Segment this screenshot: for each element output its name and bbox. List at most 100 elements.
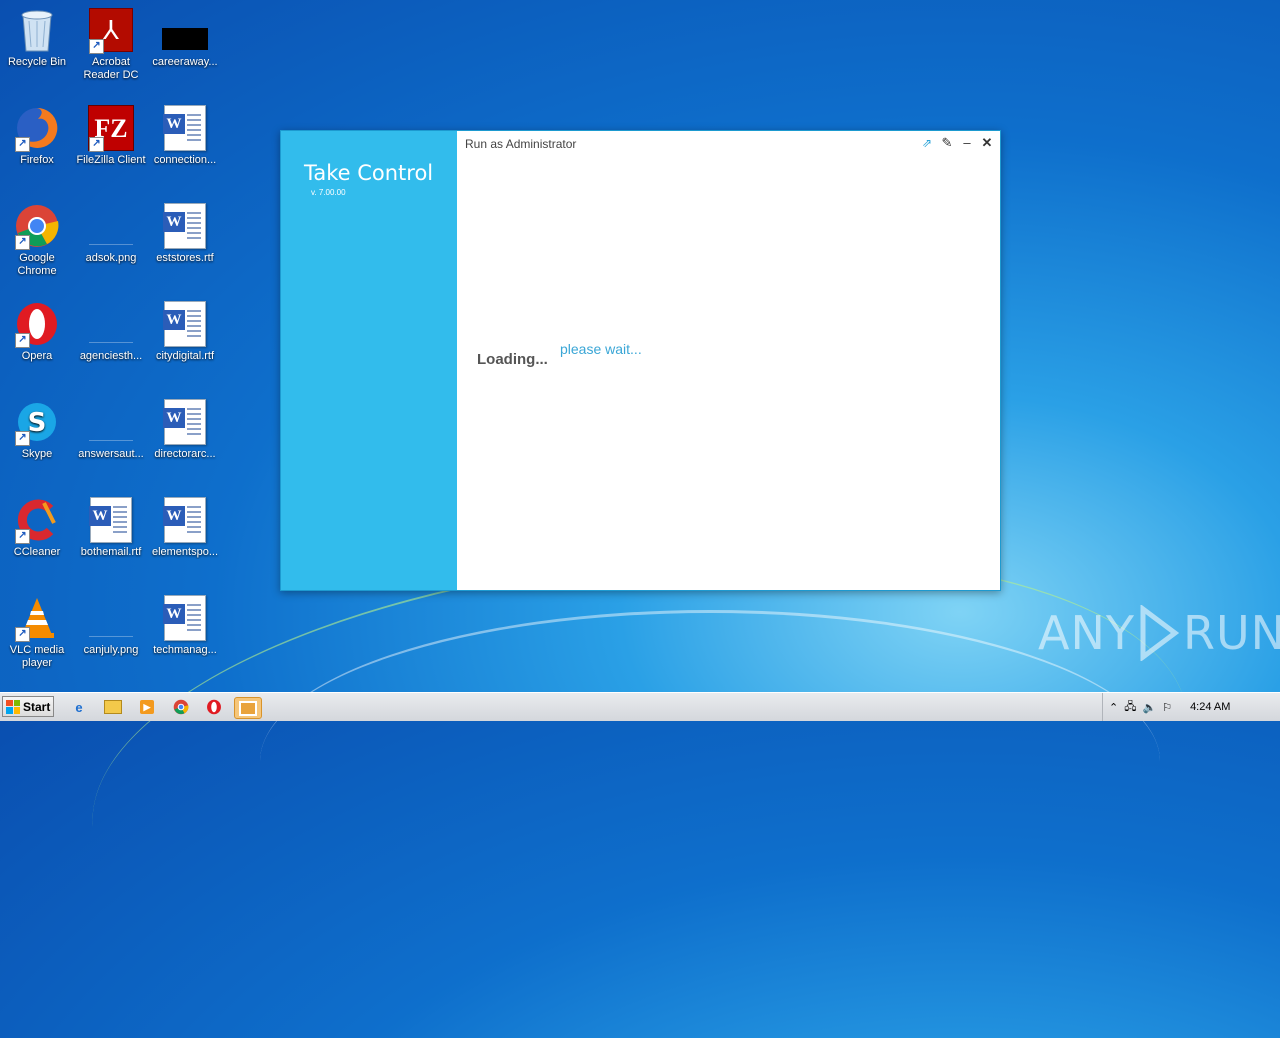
filezilla-icon: FZ ↗ [87, 104, 135, 152]
icon-label: Opera [21, 350, 53, 362]
icon-label: directorarc... [154, 448, 216, 460]
take-control-taskbar-icon[interactable] [234, 697, 262, 719]
app-main-panel: Run as Administrator ⇗ ✎ – ✕ Loading... … [457, 131, 1000, 590]
desktop-icon-vlc[interactable]: ↗ VLC media player [0, 594, 74, 670]
desktop-icon-elementspo[interactable]: W elementspo... [148, 496, 222, 559]
loading-text: Loading... [477, 351, 548, 368]
icon-label: agenciesth... [79, 350, 143, 362]
icon-label: careeraway... [152, 56, 218, 68]
desktop-icon-bothemail[interactable]: W bothemail.rtf [74, 496, 148, 559]
app-title: Take Control [304, 161, 434, 185]
desktop-icon-recycle-bin[interactable]: Recycle Bin [0, 6, 74, 69]
start-button[interactable]: Start [2, 696, 54, 717]
play-logo-icon [1140, 605, 1179, 661]
skype-icon: S ↗ [13, 398, 61, 446]
desktop-icon-acrobat[interactable]: ⅄ ↗ Acrobat Reader DC [74, 6, 148, 82]
shortcut-arrow-icon: ↗ [15, 235, 30, 250]
take-control-window: Take Control v. 7.00.00 Run as Administr… [280, 130, 1001, 591]
icon-label: Google Chrome [17, 252, 57, 277]
desktop-icon-chrome[interactable]: ↗ Google Chrome [0, 202, 74, 278]
system-tray: ⌃ 🖧 🔈 ⚐ 4:24 AM [1102, 693, 1280, 721]
shortcut-arrow-icon: ↗ [15, 333, 30, 348]
chrome-icon: ↗ [13, 202, 61, 250]
opera-taskbar-icon[interactable] [203, 697, 225, 717]
window-header-title: Run as Administrator [465, 137, 577, 151]
icon-label: bothemail.rtf [80, 546, 142, 558]
media-player-taskbar-icon[interactable]: ▶ [136, 697, 158, 717]
window-controls: ⇗ ✎ – ✕ [920, 136, 994, 151]
app-version: v. 7.00.00 [311, 188, 346, 197]
icon-label: connection... [153, 154, 217, 166]
wallpaper-swoosh [260, 610, 1160, 913]
shortcut-arrow-icon: ↗ [15, 627, 30, 642]
action-center-flag-icon[interactable]: ⚐ [1162, 701, 1172, 714]
desktop-icon-filezilla[interactable]: FZ ↗ FileZilla Client [74, 104, 148, 167]
desktop-icon-adsok[interactable]: adsok.png [74, 202, 148, 265]
icon-label: Skype [21, 448, 53, 460]
please-wait-text: please wait... [560, 341, 642, 357]
word-doc-icon: W [161, 398, 209, 446]
watermark-text-left: ANY [1038, 606, 1135, 660]
explorer-taskbar-icon[interactable] [102, 697, 124, 717]
desktop-icon-ccleaner[interactable]: ↗ CCleaner [0, 496, 74, 559]
word-doc-icon: W [161, 300, 209, 348]
word-doc-icon: W [161, 202, 209, 250]
windows-logo-icon [6, 699, 20, 714]
desktop-icon-agenciesth[interactable]: agenciesth... [74, 300, 148, 363]
icon-label: Recycle Bin [7, 56, 67, 68]
ccleaner-icon: ↗ [13, 496, 61, 544]
icon-label: CCleaner [13, 546, 61, 558]
network-icon[interactable]: 🖧 [1124, 698, 1136, 717]
icon-label: eststores.rtf [156, 252, 214, 264]
icon-label: adsok.png [85, 252, 137, 264]
icon-label: canjuly.png [83, 644, 139, 656]
ie-taskbar-icon[interactable]: e [68, 697, 90, 717]
clock[interactable]: 4:24 AM [1190, 701, 1230, 713]
close-button[interactable]: ✕ [980, 136, 994, 150]
app-sidebar: Take Control v. 7.00.00 [281, 131, 457, 590]
opera-icon: ↗ [13, 300, 61, 348]
acrobat-icon: ⅄ ↗ [87, 6, 135, 54]
desktop-icon-firefox[interactable]: ↗ Firefox [0, 104, 74, 167]
desktop-icon-opera[interactable]: ↗ Opera [0, 300, 74, 363]
shortcut-arrow-icon: ↗ [89, 137, 104, 152]
word-doc-icon: W [161, 594, 209, 642]
word-doc-icon: W [161, 104, 209, 152]
icon-label: citydigital.rtf [155, 350, 215, 362]
recycle-bin-icon [13, 6, 61, 54]
minimize-button[interactable]: – [960, 136, 974, 150]
shortcut-arrow-icon: ↗ [15, 137, 30, 152]
chrome-taskbar-icon[interactable] [170, 697, 192, 717]
desktop-icon-techmanag[interactable]: W techmanag... [148, 594, 222, 657]
desktop-icon-citydigital[interactable]: W citydigital.rtf [148, 300, 222, 363]
desktop-icon-eststores[interactable]: W eststores.rtf [148, 202, 222, 265]
icon-label: VLC media player [9, 644, 65, 669]
png-file-icon [87, 594, 135, 642]
black-image-icon [161, 6, 209, 54]
word-doc-icon: W [87, 496, 135, 544]
volume-icon[interactable]: 🔈 [1142, 701, 1156, 714]
svg-text:S: S [28, 408, 47, 438]
png-file-icon [87, 202, 135, 250]
anyrun-watermark: ANY RUN [1038, 605, 1280, 661]
show-hidden-icons-icon[interactable]: ⌃ [1109, 701, 1118, 714]
icon-label: Acrobat Reader DC [83, 56, 139, 81]
pin-icon[interactable]: ✎ [940, 136, 954, 150]
firefox-icon: ↗ [13, 104, 61, 152]
desktop-icon-canjuly[interactable]: canjuly.png [74, 594, 148, 657]
desktop-icon-answersaut[interactable]: answersaut... [74, 398, 148, 461]
desktop-icon-directorarc[interactable]: W directorarc... [148, 398, 222, 461]
taskbar: Start e ▶ ⌃ 🖧 🔈 ⚐ 4:24 AM [0, 692, 1280, 721]
shortcut-arrow-icon: ↗ [15, 529, 30, 544]
word-doc-icon: W [161, 496, 209, 544]
start-label: Start [23, 699, 51, 714]
desktop-icon-connection[interactable]: W connection... [148, 104, 222, 167]
external-link-icon[interactable]: ⇗ [920, 136, 934, 150]
icon-label: Firefox [20, 154, 54, 166]
desktop-icon-careeraway[interactable]: careeraway... [148, 6, 222, 69]
png-file-icon [87, 398, 135, 446]
desktop-icon-skype[interactable]: S ↗ Skype [0, 398, 74, 461]
icon-label: answersaut... [78, 448, 144, 460]
icon-label: elementspo... [151, 546, 219, 558]
icon-label: FileZilla Client [76, 154, 146, 166]
